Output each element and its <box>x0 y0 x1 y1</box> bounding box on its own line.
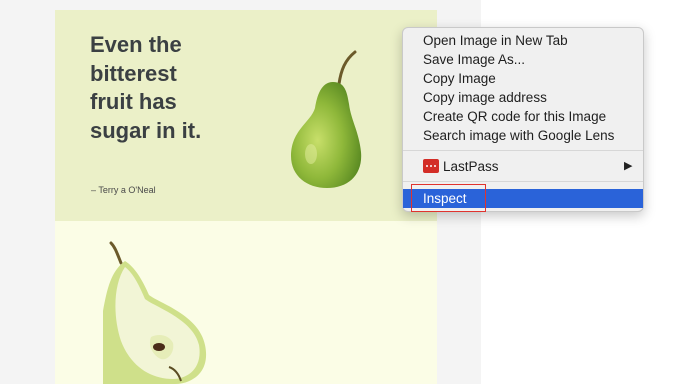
menu-item-create-qr-code[interactable]: Create QR code for this Image <box>403 107 643 126</box>
menu-item-open-image-new-tab[interactable]: Open Image in New Tab <box>403 31 643 50</box>
halved-pear-image[interactable] <box>103 241 213 384</box>
menu-item-lastpass[interactable]: LastPass ▶ <box>403 157 643 176</box>
quote-author: – Terry a O'Neal <box>91 185 156 195</box>
menu-separator <box>403 150 643 151</box>
lastpass-icon <box>423 159 439 173</box>
quote-card: Even the bitterest fruit has sugar in it… <box>55 10 437 221</box>
menu-item-copy-image[interactable]: Copy Image <box>403 69 643 88</box>
menu-item-search-google-lens[interactable]: Search image with Google Lens <box>403 126 643 145</box>
submenu-arrow-icon: ▶ <box>624 160 633 172</box>
menu-separator <box>403 181 643 182</box>
whole-pear-image[interactable] <box>285 48 365 188</box>
pear-half-card <box>55 221 437 384</box>
menu-item-copy-image-address[interactable]: Copy image address <box>403 88 643 107</box>
quote-text: Even the bitterest fruit has sugar in it… <box>90 32 202 143</box>
menu-item-save-image-as[interactable]: Save Image As... <box>403 50 643 69</box>
inspect-callout-box <box>411 184 486 212</box>
